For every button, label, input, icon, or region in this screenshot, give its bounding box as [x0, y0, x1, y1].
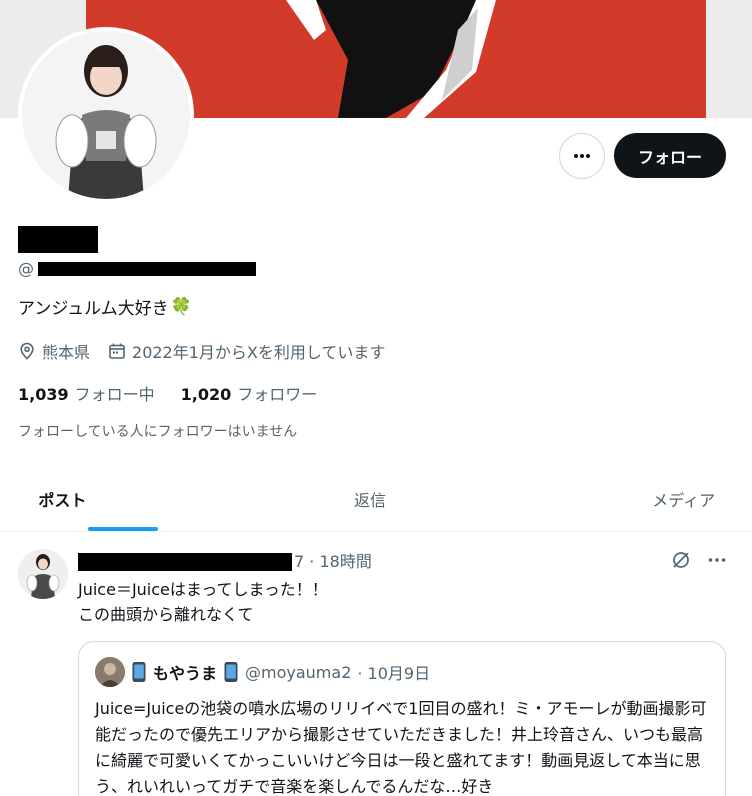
more-horizontal-icon: [574, 154, 590, 158]
profile-avatar[interactable]: [18, 27, 194, 203]
calendar-icon: [109, 343, 125, 359]
tweet-top-actions: [670, 549, 728, 571]
location-item: 熊本県: [18, 339, 90, 363]
more-options-button[interactable]: [559, 133, 605, 179]
quote-avatar-graphic: [95, 657, 125, 687]
tweet-body: Juice＝Juiceはまってしまった！！ この曲頭から離れなくて: [78, 577, 328, 627]
tab-label: ポスト: [38, 490, 87, 510]
joined-text: 2022年1月からXを利用しています: [132, 343, 386, 362]
tweet-timestamp[interactable]: 7 · 18時間: [294, 551, 372, 573]
tab-label: メディア: [652, 490, 716, 510]
quote-body: Juice=Juiceの池袋の噴水広場のリリイベで1回目の盛れ！ミ・アモーレが動…: [95, 699, 707, 796]
location-pin-icon: [20, 342, 34, 360]
tweet-line: Juice＝Juiceはまってしまった！！: [78, 580, 328, 599]
tweet-avatar-graphic: [18, 549, 68, 599]
quote-header: もやうま @moyauma2 · 10月9日: [95, 657, 431, 687]
time-text: · 18時間: [309, 552, 372, 571]
profile-tabs: ポスト 返信 メディア: [0, 466, 752, 532]
tweet-author-avatar[interactable]: [18, 549, 68, 599]
tweet-line: この曲頭から離れなくて: [78, 605, 254, 624]
handle-prefix: @: [18, 259, 34, 278]
location-text: 熊本県: [42, 343, 91, 362]
following-count: 1,039: [18, 385, 69, 404]
grok-icon[interactable]: [670, 549, 692, 571]
known-followers-note: フォローしている人にフォロワーはいません: [18, 424, 298, 440]
smartphone-icon: [224, 662, 238, 682]
smartphone-icon: [132, 662, 146, 682]
more-horizontal-icon[interactable]: [706, 549, 728, 571]
clover-emoji: 🍀: [170, 296, 192, 317]
handle-redacted: [38, 262, 256, 276]
followers-label: フォロワー: [237, 385, 318, 404]
avatar-photo: [22, 31, 190, 199]
display-name-redacted: [18, 226, 98, 253]
active-tab-indicator: [88, 527, 158, 531]
tab-media[interactable]: メディア: [501, 466, 752, 531]
follow-counts: 1,039 フォロー中 1,020 フォロワー: [18, 381, 343, 405]
profile-bio: アンジュルム大好き 🍀: [18, 294, 192, 320]
following-link[interactable]: 1,039 フォロー中: [18, 381, 155, 405]
bio-text: アンジュルム大好き: [18, 299, 169, 319]
quoted-tweet[interactable]: もやうま @moyauma2 · 10月9日 Juice=Juiceの池袋の噴水…: [78, 641, 726, 796]
quote-author-handle: @moyauma2: [245, 662, 352, 682]
tweet[interactable]: 7 · 18時間 Juice＝Juiceはまってしまった！！ この曲頭から離れな…: [0, 533, 752, 796]
tweet-author-redacted: [78, 553, 292, 571]
handle-tail: 7: [294, 552, 305, 571]
tab-replies[interactable]: 返信: [251, 466, 502, 531]
quote-date: · 10月9日: [357, 664, 431, 683]
tab-posts[interactable]: ポスト: [0, 466, 251, 531]
followers-count: 1,020: [180, 385, 232, 404]
profile-handle: @: [18, 259, 34, 281]
joined-item: 2022年1月からXを利用しています: [108, 339, 385, 363]
followers-link[interactable]: 1,020 フォロワー: [181, 381, 318, 405]
following-label: フォロー中: [74, 385, 155, 404]
quote-author-name: もやうま: [153, 664, 218, 683]
tab-label: 返信: [354, 490, 387, 510]
profile-meta: 熊本県 2022年1月からXを利用しています: [18, 339, 403, 363]
avatar-person-graphic: [22, 31, 190, 199]
banner-right-edge: [706, 0, 752, 118]
quote-author-avatar: [95, 657, 125, 687]
follow-button[interactable]: フォロー: [614, 133, 726, 178]
